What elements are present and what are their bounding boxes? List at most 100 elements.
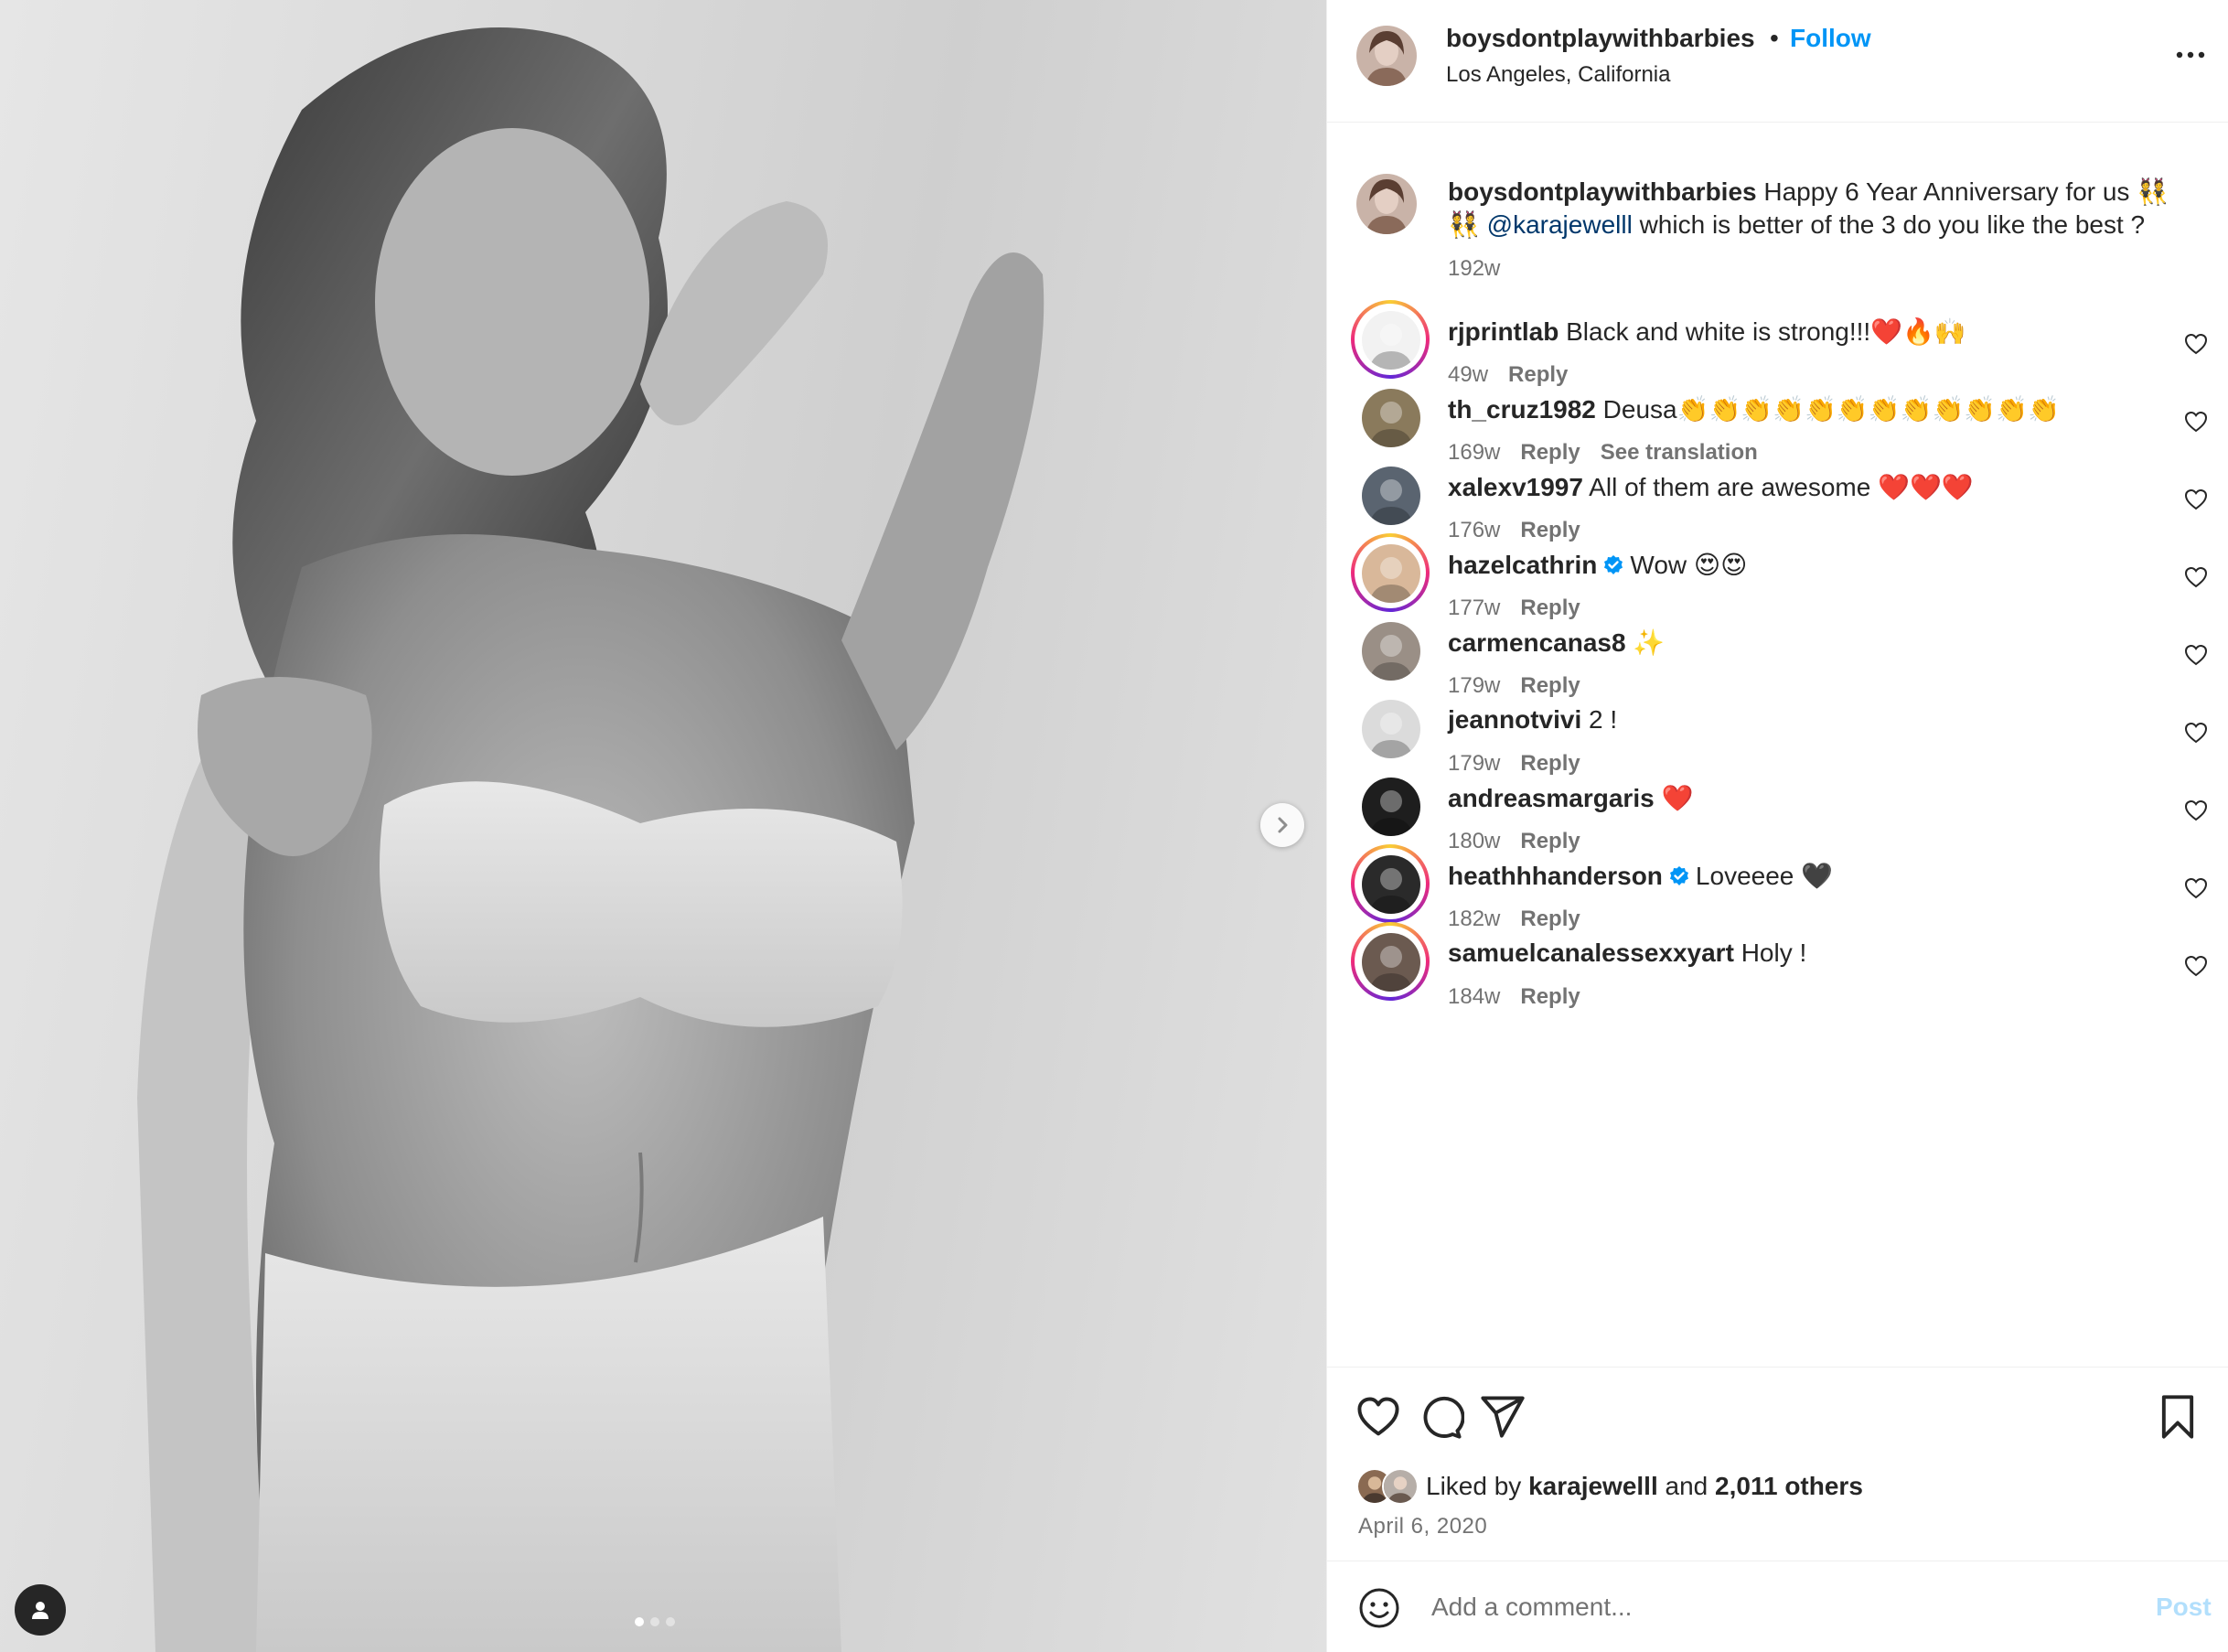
post-side-panel: boysdontplaywithbarbies • Follow Los Ang… <box>1326 0 2228 1652</box>
comment-meta: 169w Reply See translation <box>1448 440 1778 466</box>
comment-text: Deusa👏👏👏👏👏👏👏👏👏👏👏👏 <box>1602 395 2060 424</box>
heart-icon[interactable] <box>2183 798 2209 823</box>
commenter-avatar[interactable] <box>1362 389 1420 447</box>
comment-timestamp[interactable]: 179w <box>1448 751 1500 776</box>
caption-timestamp[interactable]: 192w <box>1448 256 1500 282</box>
heart-icon[interactable] <box>2183 409 2209 434</box>
post-header: boysdontplaywithbarbies • Follow Los Ang… <box>1327 0 2228 123</box>
commenter-avatar[interactable] <box>1362 544 1420 603</box>
carousel-dot <box>650 1617 659 1626</box>
commenter-username[interactable]: samuelcanalessexxyart <box>1448 939 1734 967</box>
comments-list[interactable]: boysdontplaywithbarbies Happy 6 Year Ann… <box>1327 123 2228 1367</box>
comment-text-line: carmencanas8 ✨ <box>1448 628 1665 658</box>
reply-button[interactable]: Reply <box>1520 751 1580 776</box>
commenter-username[interactable]: xalexv1997 <box>1448 473 1583 501</box>
heart-icon[interactable] <box>2183 564 2209 590</box>
heart-icon[interactable] <box>2183 720 2209 746</box>
reply-button[interactable]: Reply <box>1508 362 1568 387</box>
reply-button[interactable]: Reply <box>1520 673 1580 698</box>
heart-icon[interactable] <box>2183 487 2209 512</box>
reply-button[interactable]: Reply <box>1520 984 1580 1009</box>
comment-timestamp[interactable]: 169w <box>1448 440 1500 465</box>
post-location[interactable]: Los Angeles, California <box>1446 62 1670 88</box>
author-avatar[interactable] <box>1356 174 1417 234</box>
post-actions: Liked by karajewelll and 2,011 others Ap… <box>1327 1367 2228 1561</box>
comment-text: All of them are awesome ❤️❤️❤️ <box>1589 473 1974 501</box>
comment-input[interactable] <box>1431 1582 2053 1633</box>
commenter-username[interactable]: jeannotvivi <box>1448 705 1581 734</box>
reply-button[interactable]: Reply <box>1520 906 1580 931</box>
commenter-username[interactable]: heathhhanderson <box>1448 862 1663 890</box>
post-photo <box>137 27 1044 1652</box>
commenter-avatar[interactable] <box>1362 311 1420 370</box>
likes-summary: Liked by karajewelll and 2,011 others <box>1426 1472 1863 1501</box>
heart-icon[interactable] <box>2183 875 2209 901</box>
likes-count-link[interactable]: 2,011 others <box>1715 1472 1863 1500</box>
comment-timestamp[interactable]: 182w <box>1448 906 1500 931</box>
commenter-username[interactable]: hazelcathrin <box>1448 551 1597 579</box>
comment-meta: 49w Reply <box>1448 362 1588 388</box>
comment-text: 2 ! <box>1589 705 1618 734</box>
liker-username[interactable]: karajewelll <box>1528 1472 1658 1500</box>
commenter-username[interactable]: th_cruz1982 <box>1448 395 1596 424</box>
comment-timestamp[interactable]: 176w <box>1448 518 1500 542</box>
verified-badge-icon <box>1604 555 1623 574</box>
commenter-avatar[interactable] <box>1362 467 1420 525</box>
caption-body-end: which is better of the 3 do you like the… <box>1632 210 2146 239</box>
header-separator: • <box>1770 24 1779 52</box>
post-media[interactable] <box>0 0 1326 1652</box>
heart-icon[interactable] <box>1355 1393 1402 1441</box>
reply-button[interactable]: Reply <box>1520 518 1580 542</box>
commenter-avatar[interactable] <box>1362 855 1420 914</box>
follow-button[interactable]: Follow <box>1790 24 1871 53</box>
tagged-users-button[interactable] <box>15 1584 66 1636</box>
commenter-username[interactable]: carmencanas8 <box>1448 628 1626 657</box>
comment-timestamp[interactable]: 179w <box>1448 673 1500 698</box>
commenter-avatar[interactable] <box>1362 700 1420 758</box>
heart-icon[interactable] <box>2183 642 2209 668</box>
next-photo-button[interactable] <box>1260 803 1304 847</box>
comment-text: Wow 😍😍 <box>1630 551 1748 579</box>
heart-icon[interactable] <box>2183 953 2209 979</box>
comment-bubble-icon[interactable] <box>1417 1393 1464 1441</box>
caption-username[interactable]: boysdontplaywithbarbies <box>1448 177 1757 206</box>
comment-meta: 182w Reply <box>1448 906 1601 932</box>
caption-mention[interactable]: @karajewelll <box>1487 210 1633 239</box>
author-avatar[interactable] <box>1356 26 1417 86</box>
comment-text-line: andreasmargaris ❤️ <box>1448 783 1693 813</box>
commenter-username[interactable]: rjprintlab <box>1448 317 1559 346</box>
commenter-avatar[interactable] <box>1362 622 1420 681</box>
user-tag-icon <box>32 1602 48 1619</box>
commenter-username[interactable]: andreasmargaris <box>1448 784 1655 812</box>
comment-meta: 177w Reply <box>1448 595 1601 621</box>
comment-timestamp[interactable]: 177w <box>1448 595 1500 620</box>
comment-text-line: samuelcanalessexxyart Holy ! <box>1448 939 1806 968</box>
comment-timestamp[interactable]: 180w <box>1448 829 1500 853</box>
reply-button[interactable]: Reply <box>1520 829 1580 853</box>
liker-avatar[interactable] <box>1382 1468 1419 1505</box>
see-translation-button[interactable]: See translation <box>1601 440 1758 465</box>
comment-text-line: xalexv1997 All of them are awesome ❤️❤️❤… <box>1448 472 1974 502</box>
commenter-avatar[interactable] <box>1362 933 1420 992</box>
carousel-indicator <box>635 1617 675 1626</box>
post-date[interactable]: April 6, 2020 <box>1358 1514 1487 1539</box>
reply-button[interactable]: Reply <box>1520 440 1580 465</box>
comment-timestamp[interactable]: 184w <box>1448 984 1500 1009</box>
comment-meta: 184w Reply <box>1448 984 1601 1010</box>
commenter-avatar[interactable] <box>1362 778 1420 836</box>
bookmark-icon[interactable] <box>2154 1393 2201 1441</box>
reply-button[interactable]: Reply <box>1520 595 1580 620</box>
liked-by-row: Liked by karajewelll and 2,011 others <box>1356 1466 1863 1507</box>
more-options-button[interactable] <box>2169 37 2212 73</box>
verified-badge-icon <box>1669 866 1688 885</box>
chevron-right-icon <box>1278 817 1288 833</box>
author-username[interactable]: boysdontplaywithbarbies <box>1446 24 1755 53</box>
carousel-dot <box>666 1617 675 1626</box>
smiley-icon[interactable] <box>1358 1587 1400 1629</box>
paper-plane-icon[interactable] <box>1479 1393 1526 1441</box>
likes-middle: and <box>1657 1472 1716 1500</box>
post-comment-button[interactable]: Post <box>2156 1593 2212 1622</box>
comment-text: Black and white is strong!!!❤️🔥🙌 <box>1566 317 1966 346</box>
comment-timestamp[interactable]: 49w <box>1448 362 1488 387</box>
heart-icon[interactable] <box>2183 331 2209 357</box>
